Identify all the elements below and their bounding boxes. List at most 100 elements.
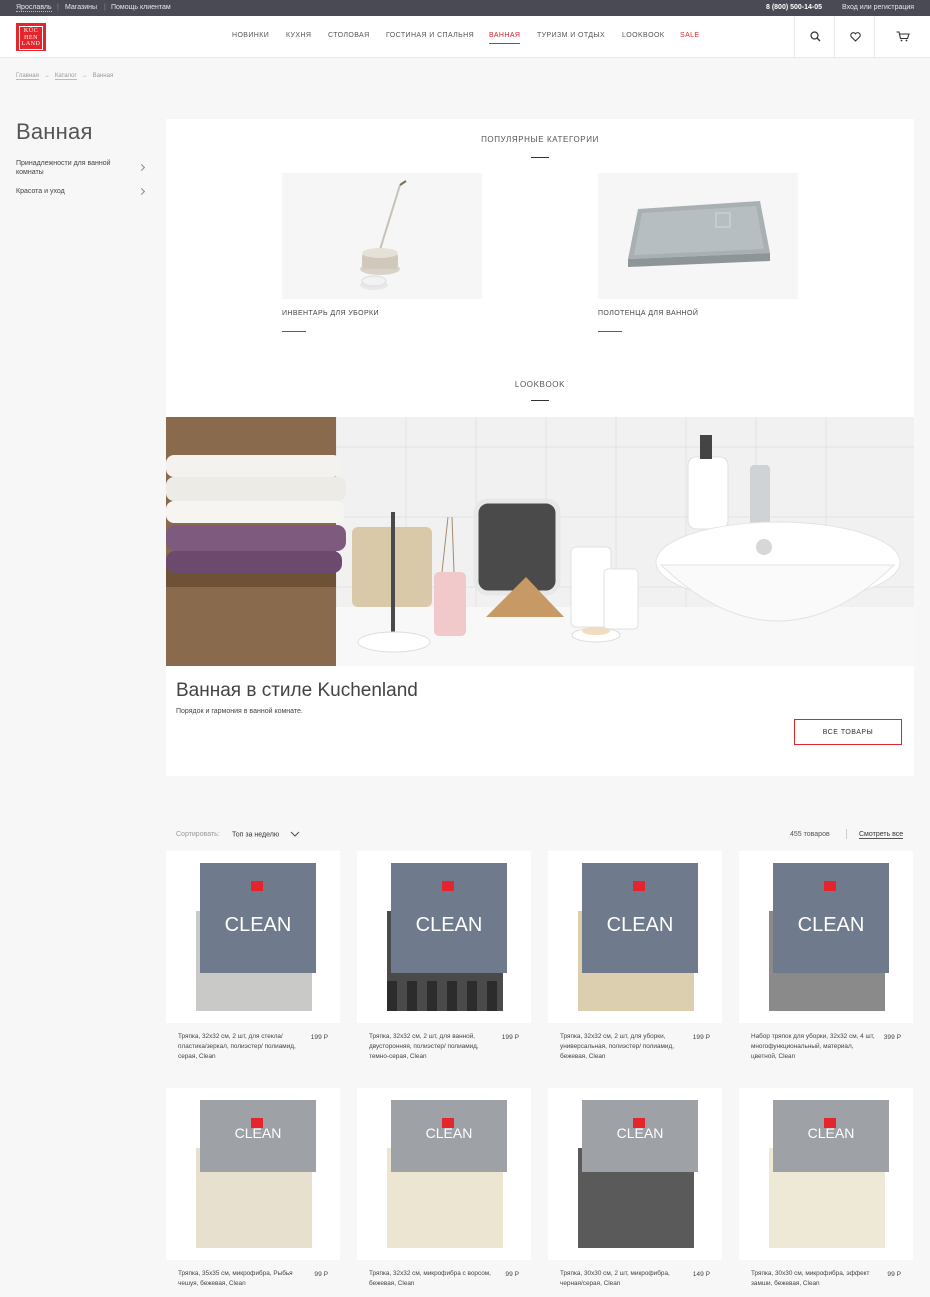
product-name[interactable]: Тряпка, 32х32 см, микрофибра с ворсом, б…: [369, 1269, 497, 1289]
product-name[interactable]: Тряпка, 32х32 см, 2 шт, для уборки, унив…: [560, 1032, 688, 1062]
checker-pattern: [487, 981, 497, 1011]
show-all-link[interactable]: Смотреть все: [859, 831, 904, 839]
product-name[interactable]: Набор тряпок для уборки, 32х32 см, 4 шт,…: [751, 1032, 879, 1062]
product-card[interactable]: CLEAN: [357, 1088, 531, 1260]
product-price: 199 Р: [501, 1034, 519, 1041]
stores-link[interactable]: Магазины: [65, 4, 97, 11]
phone-number[interactable]: 8 (800) 500-14-05: [766, 4, 822, 11]
product-card[interactable]: CLEAN: [548, 851, 722, 1023]
category-label[interactable]: ИНВЕНТАРЬ ДЛЯ УБОРКИ: [282, 310, 379, 317]
checker-pattern: [427, 981, 437, 1011]
category-showcase-card: ПОПУЛЯРНЫЕ КАТЕГОРИИ ИНВЕНТАРЬ ДЛЯ УБОРК…: [166, 119, 914, 776]
arrow-right-icon: →: [43, 73, 50, 79]
sidebar-item-bath-accessories[interactable]: Принадлежности для ванной комнаты: [16, 160, 146, 177]
city-selector[interactable]: Ярославль: [16, 4, 52, 12]
category-underline: [282, 331, 306, 332]
nav-new[interactable]: НОВИНКИ: [232, 32, 269, 39]
product-image: CLEAN: [387, 1100, 507, 1248]
product-price: 399 Р: [883, 1034, 901, 1041]
sidebar-item-label: Красота и уход: [16, 188, 65, 195]
lookbook-heading: Ванная в стиле Kuchenland: [176, 680, 418, 701]
checker-pattern: [387, 981, 397, 1011]
sort-label: Сортировать:: [176, 831, 220, 838]
breadcrumb: Главная → Каталог → Ванная: [16, 73, 113, 80]
lookbook-banner-image[interactable]: [166, 417, 914, 666]
product-image: CLEAN: [769, 1100, 889, 1248]
heart-icon: [849, 31, 861, 42]
chevron-down-icon: [290, 831, 300, 837]
sidebar-item-label: Принадлежности для ванной комнаты: [16, 160, 111, 176]
package-brand-text: CLEAN: [607, 914, 674, 936]
checker-pattern: [407, 981, 417, 1011]
cart-button[interactable]: [874, 16, 930, 57]
package-brand-text: CLEAN: [808, 1125, 855, 1141]
product-name[interactable]: Тряпка, 32х32 см, 2 шт, для ванной, двус…: [369, 1032, 497, 1062]
product-name[interactable]: Тряпка, 30х30 см, 2 шт, микрофибра, черн…: [560, 1269, 688, 1289]
products-count: 455 товаров: [790, 831, 830, 838]
product-price: 149 Р: [692, 1271, 710, 1278]
top-utility-bar: Ярославль | Магазины | Помощь клиентам 8…: [0, 0, 930, 16]
login-link[interactable]: Вход или регистрация: [842, 4, 914, 11]
chevron-right-icon: [137, 163, 146, 172]
category-label[interactable]: ПОЛОТЕНЦА ДЛЯ ВАННОЙ: [598, 310, 698, 317]
divider: |: [104, 4, 106, 11]
product-image: CLEAN: [196, 863, 316, 1011]
sort-dropdown[interactable]: Топ за неделю: [232, 831, 300, 838]
nav-tourism[interactable]: ТУРИЗМ И ОТДЫХ: [537, 32, 605, 39]
product-name[interactable]: Тряпка, 32х32 см, 2 шт, для стекла/ плас…: [178, 1032, 306, 1062]
product-card[interactable]: CLEAN: [548, 1088, 722, 1260]
nav-sale[interactable]: SALE: [680, 32, 700, 39]
lookbook-subtitle: Порядок и гармония в ванной комнате.: [176, 708, 303, 715]
product-image: CLEAN: [769, 863, 889, 1011]
package-brand-text: CLEAN: [426, 1125, 473, 1141]
brand-logo-icon: [251, 881, 263, 891]
product-image: CLEAN: [196, 1100, 316, 1248]
nav-kitchen[interactable]: КУХНЯ: [286, 32, 311, 39]
category-image-cleaning[interactable]: [282, 173, 482, 299]
divider: |: [57, 4, 59, 11]
product-price: 199 Р: [692, 1034, 710, 1041]
help-link[interactable]: Помощь клиентам: [111, 4, 171, 11]
category-underline: [598, 331, 622, 332]
nav-dining[interactable]: СТОЛОВАЯ: [328, 32, 370, 39]
product-image: CLEAN: [578, 863, 698, 1011]
product-card[interactable]: CLEAN: [166, 1088, 340, 1260]
checker-pattern: [467, 981, 477, 1011]
breadcrumb-home[interactable]: Главная: [16, 73, 39, 80]
product-price: 199 Р: [310, 1034, 328, 1041]
arrow-right-icon: →: [81, 73, 88, 79]
package-brand-text: CLEAN: [617, 1125, 664, 1141]
sort-value: Топ за неделю: [232, 831, 280, 839]
product-card[interactable]: CLEAN: [166, 851, 340, 1023]
product-card[interactable]: CLEAN: [739, 851, 913, 1023]
product-price: 99 Р: [887, 1271, 901, 1278]
package-brand-text: CLEAN: [798, 914, 865, 936]
product-name[interactable]: Тряпка, 30х30 см, микрофибра, эффект зам…: [751, 1269, 879, 1289]
checker-pattern: [447, 981, 457, 1011]
brand-logo-icon: [824, 881, 836, 891]
all-products-button[interactable]: ВСЕ ТОВАРЫ: [794, 719, 902, 745]
title-divider: [531, 157, 549, 158]
product-card[interactable]: CLEAN: [739, 1088, 913, 1260]
breadcrumb-catalog[interactable]: Каталог: [54, 73, 77, 80]
search-icon: [809, 31, 820, 42]
title-divider: [531, 400, 549, 401]
lookbook-title: LOOKBOOK: [514, 380, 566, 389]
divider: [846, 829, 847, 839]
product-image: CLEAN: [578, 1100, 698, 1248]
brand-logo-icon: [442, 881, 454, 891]
category-image-towels[interactable]: [598, 173, 798, 299]
package-brand-text: CLEAN: [235, 1125, 282, 1141]
product-price: 99 Р: [314, 1271, 328, 1278]
nav-bathroom[interactable]: ВАННАЯ: [489, 32, 520, 39]
search-button[interactable]: [794, 16, 835, 57]
nav-lookbook[interactable]: LOOKBOOK: [622, 32, 665, 39]
favorites-button[interactable]: [834, 16, 875, 57]
product-card[interactable]: CLEAN: [357, 851, 531, 1023]
product-name[interactable]: Тряпка, 35х35 см, микрофибра, Рыбья чешу…: [178, 1269, 306, 1289]
chevron-right-icon: [137, 187, 146, 196]
sidebar-item-beauty-care[interactable]: Красота и уход: [16, 187, 146, 197]
kuchenland-logo[interactable]: KÜC HEN LAND: [16, 23, 46, 51]
product-price: 99 Р: [505, 1271, 519, 1278]
nav-living-bedroom[interactable]: ГОСТИНАЯ И СПАЛЬНЯ: [386, 32, 474, 39]
